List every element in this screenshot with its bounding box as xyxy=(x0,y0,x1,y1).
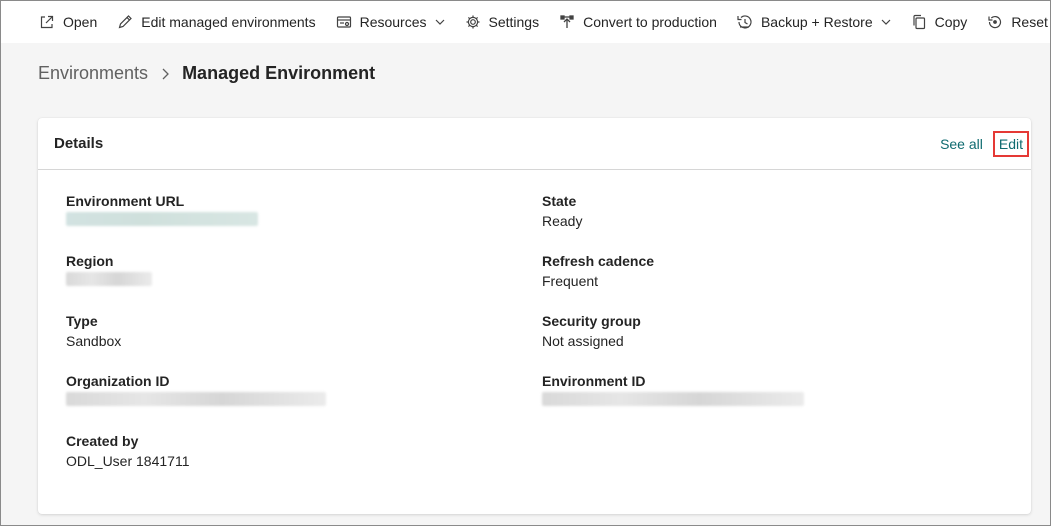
edit-managed-environments-button[interactable]: Edit managed environments xyxy=(116,13,316,31)
breadcrumb-environments-link[interactable]: Environments xyxy=(38,63,148,84)
environment-url-field: Environment URL xyxy=(66,192,258,230)
security-group-label: Security group xyxy=(542,313,641,329)
resources-label: Resources xyxy=(359,14,427,30)
organization-id-field: Organization ID xyxy=(66,372,326,410)
backup-restore-label: Backup + Restore xyxy=(760,14,873,30)
type-value: Sandbox xyxy=(66,333,122,349)
redacted-organization-id xyxy=(66,392,326,406)
region-field: Region xyxy=(66,252,152,290)
organization-id-label: Organization ID xyxy=(66,373,170,389)
settings-label: Settings xyxy=(488,14,540,30)
resources-menu[interactable]: Resources xyxy=(335,13,445,31)
environment-url-value[interactable] xyxy=(66,212,258,230)
copy-icon xyxy=(910,13,928,31)
state-value: Ready xyxy=(542,213,583,229)
convert-icon xyxy=(558,13,576,31)
reset-button[interactable]: Reset xyxy=(986,13,1048,31)
details-title: Details xyxy=(54,135,104,152)
convert-to-production-button[interactable]: Convert to production xyxy=(558,13,717,31)
state-field: State Ready xyxy=(542,192,582,230)
created-by-value: ODL_User 1841711 xyxy=(66,453,190,469)
open-button[interactable]: Open xyxy=(38,13,97,31)
backup-restore-menu[interactable]: Backup + Restore xyxy=(736,13,891,31)
organization-id-value xyxy=(66,392,326,410)
refresh-cadence-value: Frequent xyxy=(542,273,599,289)
security-group-value: Not assigned xyxy=(542,333,624,349)
command-bar: Open Edit managed environments Resources… xyxy=(1,1,1050,43)
reset-icon xyxy=(986,13,1004,31)
copy-button[interactable]: Copy xyxy=(910,13,968,31)
page-title: Managed Environment xyxy=(182,63,376,83)
refresh-cadence-label: Refresh cadence xyxy=(542,253,655,269)
region-value xyxy=(66,272,152,290)
chevron-down-icon xyxy=(435,17,445,27)
created-by-label: Created by xyxy=(66,433,139,449)
pencil-icon xyxy=(116,13,134,31)
environment-id-value xyxy=(542,392,804,410)
chevron-down-icon xyxy=(881,17,891,27)
redacted-environment-id xyxy=(542,392,804,406)
type-label: Type xyxy=(66,313,98,329)
backup-restore-icon xyxy=(736,13,754,31)
region-label: Region xyxy=(66,253,114,269)
copy-label: Copy xyxy=(934,14,968,30)
details-card-header: Details See all Edit xyxy=(38,118,1031,170)
chevron-right-icon xyxy=(160,67,170,81)
open-label: Open xyxy=(63,14,98,30)
gear-icon xyxy=(464,13,482,31)
environment-url-label: Environment URL xyxy=(66,193,185,209)
open-external-icon xyxy=(38,13,56,31)
edit-details-link[interactable]: Edit xyxy=(992,130,1029,157)
redacted-url xyxy=(66,212,258,226)
security-group-field: Security group Not assigned xyxy=(542,312,641,350)
created-by-field: Created by ODL_User 1841711 xyxy=(66,432,189,470)
environment-id-field: Environment ID xyxy=(542,372,804,410)
environment-id-label: Environment ID xyxy=(542,373,646,389)
redacted-region xyxy=(66,272,152,286)
details-actions: See all Edit xyxy=(940,130,1029,157)
resources-icon xyxy=(335,13,353,31)
edit-managed-environments-label: Edit managed environments xyxy=(141,14,316,30)
convert-to-production-label: Convert to production xyxy=(583,14,717,30)
state-label: State xyxy=(542,193,577,209)
reset-label: Reset xyxy=(1011,14,1048,30)
settings-button[interactable]: Settings xyxy=(464,13,540,31)
refresh-cadence-field: Refresh cadence Frequent xyxy=(542,252,654,290)
type-field: Type Sandbox xyxy=(66,312,121,350)
breadcrumb: Environments Managed Environment xyxy=(38,63,375,84)
see-all-link[interactable]: See all xyxy=(940,136,983,152)
details-card: Details See all Edit Environment URL Reg… xyxy=(38,118,1031,514)
